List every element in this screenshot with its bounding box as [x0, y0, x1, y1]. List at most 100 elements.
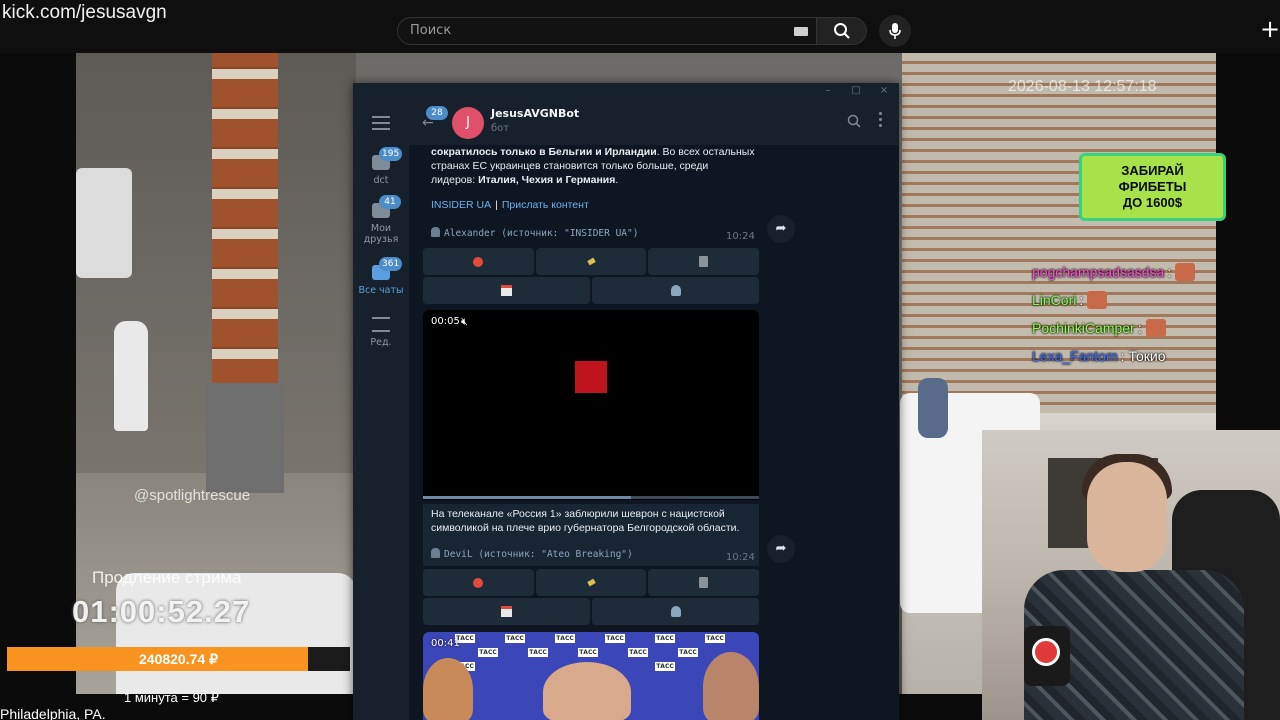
video-progress-bar[interactable]: [423, 496, 759, 499]
chat-header: ← 28 J JesusAVGNBot бот: [409, 99, 899, 145]
folder-friends[interactable]: 41 Мои друзья: [353, 195, 409, 247]
forward-icon[interactable]: ➦: [767, 535, 795, 563]
inline-button-delete[interactable]: [648, 248, 760, 275]
pencil-icon: [586, 578, 596, 587]
inline-button-edit[interactable]: [535, 248, 647, 275]
video-player[interactable]: 00:05 🔇︎: [423, 310, 759, 500]
text-line: странах ЕС украинцев становится только б…: [431, 160, 709, 172]
signature-text: Alexander (источник: "INSIDER UA"): [444, 228, 639, 239]
chat-nick[interactable]: PochinkiCamper: [1032, 320, 1135, 336]
scene-person: [114, 321, 148, 431]
chat-separator: :: [1079, 292, 1084, 308]
person-icon: [431, 548, 440, 558]
inline-button-edit[interactable]: [535, 569, 647, 596]
stream-timer: 01:00:52.27: [72, 594, 251, 629]
chat-separator: :: [1120, 348, 1125, 364]
location-label: Philadelphia, PA.: [0, 706, 106, 720]
text-span: . Во всех остальных: [656, 146, 755, 158]
forward-icon[interactable]: ➦: [767, 215, 795, 243]
chat-separator: :: [1137, 320, 1142, 336]
message-list[interactable]: сократилось только в Бельгии и Ирландии.…: [409, 145, 899, 720]
video-person: [703, 652, 759, 720]
video-progress-fill: [423, 496, 632, 499]
tass-logo-tile: ТАСС: [705, 634, 725, 643]
settings-sliders-icon: [372, 317, 390, 332]
avatar[interactable]: J: [452, 107, 484, 139]
link-separator: |: [495, 199, 498, 211]
search-button[interactable]: [817, 17, 867, 45]
keyboard-icon[interactable]: [794, 27, 808, 36]
folder-label: Все чаты: [358, 285, 404, 296]
voice-search-button[interactable]: [879, 15, 911, 47]
maximize-icon[interactable]: □: [849, 85, 863, 96]
message-time: 10:24: [726, 552, 755, 563]
folder-edit[interactable]: Ред.: [353, 309, 409, 361]
donation-total: 240820.74 ₽: [139, 651, 218, 667]
more-options-icon[interactable]: [877, 112, 883, 130]
emote-icon: [1145, 319, 1166, 337]
muted-icon[interactable]: 🔇︎: [461, 315, 468, 329]
tass-logo-tile: ТАСС: [655, 662, 675, 671]
inline-button-user[interactable]: [592, 277, 759, 304]
chat-message: PochinkiCamper:: [1032, 314, 1232, 342]
search-icon[interactable]: [847, 114, 861, 128]
scene-pillar-base: [206, 383, 284, 493]
window-titlebar[interactable]: – □ ×: [353, 83, 899, 99]
folder-dct[interactable]: 195 dct: [353, 147, 409, 199]
user-icon: [670, 285, 681, 296]
page-url[interactable]: kick.com/jesusavgn: [2, 2, 167, 24]
tass-logo-tile: ТАСС: [478, 648, 498, 657]
trash-icon: [699, 256, 709, 267]
stream-watermark: @spotlightrescue: [134, 487, 251, 504]
chat-title[interactable]: JesusAVGNBot: [491, 107, 579, 120]
search-input[interactable]: Поиск: [397, 17, 817, 45]
inline-button-user[interactable]: [592, 598, 759, 625]
scene-car: [116, 573, 356, 694]
trash-icon: [699, 577, 709, 588]
price-note: 1 минута = 90 ₽: [124, 690, 219, 705]
chat-nick[interactable]: LinCori: [1032, 292, 1076, 308]
link-send-content[interactable]: Прислать контент: [502, 199, 589, 211]
extend-label: Продление стрима: [92, 568, 242, 587]
inline-button-schedule[interactable]: [423, 598, 590, 625]
search-placeholder: Поиск: [410, 23, 452, 38]
inline-button-block[interactable]: [423, 569, 534, 596]
top-bar: kick.com/jesusavgn Поиск +: [0, 0, 1280, 53]
text-bold: Италия, Чехия и Германия: [478, 174, 616, 186]
video-time: 00:05: [431, 316, 460, 327]
video-player[interactable]: ТАСС ТАСС ТАСС ТАСС ТАСС ТАСС ТАСС ТАСС ТАСС ТАСС…: [423, 632, 759, 720]
menu-icon[interactable]: [372, 116, 390, 130]
chat-nick[interactable]: pogchampsadsasdsa: [1032, 264, 1164, 280]
tass-logo-tile: ТАСС: [628, 648, 648, 657]
inline-button-block[interactable]: [423, 248, 534, 275]
chat-nick[interactable]: Lexa_Fantom: [1032, 348, 1118, 364]
inline-keyboard-row: [423, 277, 759, 304]
chat-message: pogchampsadsasdsa:: [1032, 258, 1232, 286]
tass-logo-tile: ТАСС: [655, 634, 675, 643]
promo-badge[interactable]: ЗАБИРАЙ ФРИБЕТЫ ДО 1600$: [1079, 153, 1226, 221]
minimize-icon[interactable]: –: [821, 85, 835, 96]
user-icon: [670, 606, 681, 617]
inline-button-schedule[interactable]: [423, 277, 590, 304]
back-unread-badge: 28: [426, 106, 448, 120]
plus-icon[interactable]: +: [1260, 17, 1280, 43]
message-links: INSIDER UA | Прислать контент: [431, 199, 589, 211]
person-icon: [431, 227, 440, 237]
text-bold: сократилось только в Бельгии и Ирландии: [431, 146, 657, 158]
folder-all-chats[interactable]: 361 Все чаты: [353, 257, 409, 309]
message-time: 10:24: [726, 231, 755, 242]
chat-message: Lexa_Fantom: Токио: [1032, 342, 1232, 370]
tass-logo-tile: ТАСС: [678, 648, 698, 657]
unread-badge: 195: [379, 147, 403, 161]
link-insider[interactable]: INSIDER UA: [431, 199, 491, 211]
promo-text: ЗАБИРАЙ ФРИБЕТЫ ДО 1600$: [1118, 163, 1187, 210]
unread-badge: 361: [379, 257, 403, 271]
inline-button-delete[interactable]: [648, 569, 760, 596]
search-icon: [833, 23, 850, 39]
scene-van: [76, 168, 132, 278]
chat-overlay: pogchampsadsasdsa: LinCori: PochinkiCamper…: [1032, 258, 1232, 370]
mic-icon: [889, 23, 901, 39]
close-icon[interactable]: ×: [877, 85, 891, 96]
tass-logo-tile: ТАСС: [578, 648, 598, 657]
video-frame-block: [575, 361, 607, 393]
